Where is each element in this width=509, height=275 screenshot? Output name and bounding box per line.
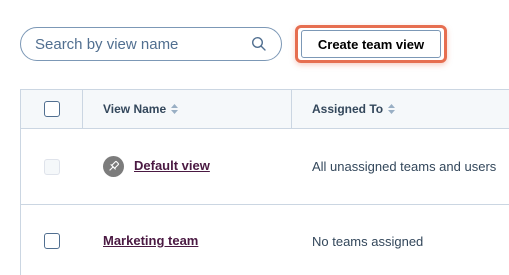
- views-table: View Name Assigned To Default view All u…: [20, 89, 509, 275]
- column-header-view-name-label: View Name: [103, 102, 167, 116]
- sort-icon[interactable]: [388, 104, 396, 114]
- table-row: Default view All unassigned teams and us…: [20, 129, 509, 205]
- assigned-to-text: No teams assigned: [312, 234, 424, 249]
- row-checkbox[interactable]: [44, 233, 60, 249]
- table-row: Marketing team No teams assigned: [20, 205, 509, 275]
- view-name-link[interactable]: Default view: [134, 158, 210, 173]
- row-checkbox-disabled: [44, 159, 60, 175]
- column-divider: [291, 90, 292, 128]
- table-header: View Name Assigned To: [20, 89, 509, 129]
- column-divider: [82, 90, 83, 128]
- search-input[interactable]: [35, 35, 245, 53]
- pin-icon: [103, 156, 124, 177]
- column-header-view-name[interactable]: View Name: [103, 90, 179, 128]
- view-manager: Create team view View Name Assigned To: [0, 0, 509, 275]
- assigned-to-text: All unassigned teams and users: [312, 159, 497, 174]
- view-name-link[interactable]: Marketing team: [103, 233, 198, 248]
- search-icon[interactable]: [251, 36, 267, 52]
- create-team-view-button[interactable]: Create team view: [301, 30, 441, 58]
- column-header-assigned-to-label: Assigned To: [312, 102, 384, 116]
- column-header-assigned-to[interactable]: Assigned To: [312, 90, 396, 128]
- select-all-checkbox[interactable]: [44, 101, 60, 117]
- sort-icon[interactable]: [171, 104, 179, 114]
- search-box[interactable]: [20, 27, 282, 61]
